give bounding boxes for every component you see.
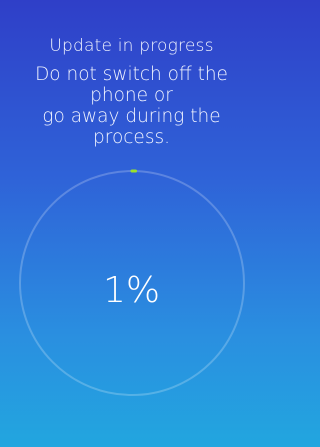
warning-line: process.	[93, 127, 170, 148]
warning-line: phone or	[90, 85, 173, 106]
update-screen: Update in progress Do not switch off the…	[0, 0, 263, 447]
update-title: Update in progress	[49, 36, 214, 56]
update-warning-message: Do not switch off the phone or go away d…	[18, 64, 245, 148]
warning-line: Do not switch off the	[35, 64, 228, 85]
warning-line: go away during the	[42, 106, 221, 127]
progress-percent-label: 1%	[102, 270, 161, 311]
